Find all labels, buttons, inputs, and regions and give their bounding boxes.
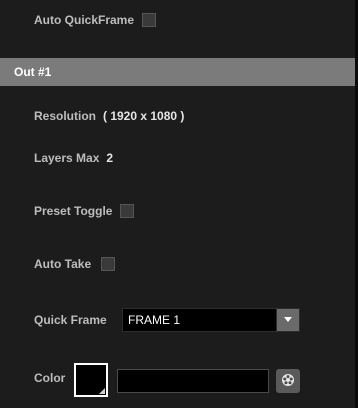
preset-toggle-label: Preset Toggle	[34, 204, 113, 218]
color-palette-icon	[281, 373, 295, 390]
output-settings-panel: Auto QuickFrame Out #1 Resolution ( 1920…	[0, 0, 358, 408]
color-picker-button[interactable]	[276, 369, 300, 393]
section-header: Out #1	[0, 58, 355, 86]
chevron-down-icon[interactable]	[276, 309, 299, 331]
auto-take-row: Auto Take	[34, 252, 116, 276]
layers-max-row: Layers Max 2	[34, 146, 113, 170]
color-value-input[interactable]	[117, 369, 269, 393]
layers-max-label: Layers Max	[34, 151, 100, 165]
auto-take-label: Auto Take	[34, 257, 92, 271]
preset-toggle-row: Preset Toggle	[34, 199, 135, 223]
color-label: Color	[34, 371, 66, 385]
layers-max-value: 2	[106, 151, 114, 165]
resolution-label: Resolution	[34, 109, 96, 123]
color-swatch[interactable]	[74, 363, 108, 397]
resolution-value: ( 1920 x 1080 )	[103, 109, 185, 123]
auto-quickframe-row: Auto QuickFrame	[34, 8, 157, 32]
auto-take-checkbox[interactable]	[101, 257, 116, 271]
section-title: Out #1	[14, 65, 52, 79]
auto-quickframe-label: Auto QuickFrame	[34, 13, 135, 27]
quick-frame-row: Quick Frame	[34, 308, 107, 332]
quick-frame-selected: FRAME 1	[128, 313, 181, 327]
resolution-row: Resolution ( 1920 x 1080 )	[34, 104, 184, 128]
auto-quickframe-checkbox[interactable]	[142, 13, 157, 27]
preset-toggle-checkbox[interactable]	[120, 204, 135, 218]
quick-frame-select[interactable]: FRAME 1	[122, 308, 300, 332]
quick-frame-label: Quick Frame	[34, 313, 107, 327]
color-row: Color	[34, 366, 65, 390]
swatch-dropdown-corner	[99, 388, 105, 394]
